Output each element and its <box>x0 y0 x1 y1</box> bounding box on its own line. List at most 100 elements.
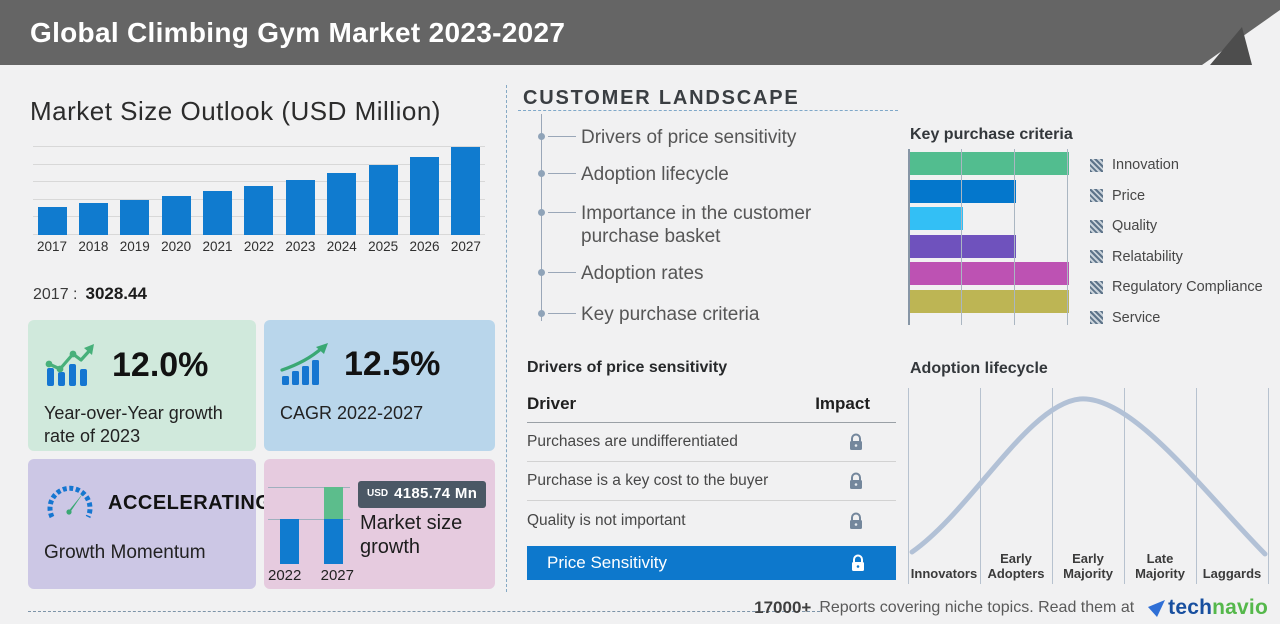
year-label: 2018 <box>78 239 109 254</box>
criteria-bar-price <box>910 179 1016 203</box>
driver-label: Quality is not important <box>527 511 686 529</box>
legend-swatch-icon <box>1090 250 1103 264</box>
bar-2017 <box>37 207 67 235</box>
criteria-bar-quality <box>910 207 963 230</box>
col-driver: Driver <box>527 394 577 413</box>
list-item: Importance in the customer purchase bask… <box>581 203 812 248</box>
list-connector <box>548 136 576 137</box>
bar-column <box>281 180 319 235</box>
list-bullet <box>538 310 545 317</box>
drivers-table-header: Driver Impact <box>527 394 896 423</box>
report-count: 17000+ <box>754 598 812 617</box>
gridline <box>1014 149 1015 325</box>
bar-2027 <box>451 147 481 235</box>
technavio-triangle-icon <box>1148 600 1166 617</box>
legend-swatch-icon <box>1090 158 1103 172</box>
bar-column <box>240 186 278 235</box>
mini-bar-2027-growth <box>324 487 343 519</box>
badge-value: 4185.74 Mn <box>394 485 478 502</box>
legend-label: Price <box>1112 187 1146 204</box>
page-title: Global Climbing Gym Market 2023-2027 <box>30 17 566 48</box>
driver-label: Purchase is a key cost to the buyer <box>527 472 769 489</box>
year-label: 2017 <box>36 239 68 254</box>
highlight-value-line: 2017 : 3028.44 <box>33 284 147 304</box>
legend-label: Regulatory Compliance <box>1112 279 1263 296</box>
col-impact: Impact <box>815 394 870 413</box>
cagr-value: 12.5% <box>344 344 441 383</box>
driver-row: Quality is not important <box>527 501 896 540</box>
criteria-bar-service <box>910 289 1069 313</box>
lock-icon <box>850 433 862 450</box>
chart-bars <box>33 146 485 235</box>
yoy-growth-card: 12.0% Year-over-Year growth rate of 2023 <box>28 320 256 451</box>
criteria-bar-regulatory-compliance <box>910 262 1069 285</box>
bell-curve <box>909 396 1268 557</box>
lock-icon <box>850 512 862 529</box>
highlight-year: 2017 : <box>33 286 78 303</box>
adoption-lifecycle-title: Adoption lifecycle <box>910 360 1048 377</box>
mini-chart-years: 2022 2027 <box>268 567 354 584</box>
year-label: 2024 <box>326 239 357 254</box>
customer-landscape-title: CUSTOMER LANDSCAPE <box>523 87 800 109</box>
legend-item: Price <box>1090 181 1263 212</box>
gridline <box>961 149 962 325</box>
legend-label: Quality <box>1112 218 1158 235</box>
bar-column <box>74 203 112 235</box>
year-label: 2020 <box>161 239 192 254</box>
list-bullet <box>538 269 545 276</box>
bar-column <box>157 196 195 235</box>
adoption-lifecycle-labels: Innovators Early Adopters Early Majority La… <box>908 551 1268 584</box>
bar-column <box>364 165 402 235</box>
legend-item: Regulatory Compliance <box>1090 272 1263 303</box>
list-bullet <box>538 133 545 140</box>
list-bullet <box>538 209 545 216</box>
legend-swatch-icon <box>1090 219 1103 233</box>
lifecycle-stage-label: Innovators <box>910 566 978 582</box>
highlight-value: 3028.44 <box>85 284 147 303</box>
kpc-legend: Innovation Price Quality Relatability Regula… <box>1090 150 1263 333</box>
momentum-title: ACCELERATING <box>108 491 272 514</box>
growth-caption: Market size growth <box>360 512 463 558</box>
bar-column <box>199 191 237 235</box>
bar-2021 <box>203 191 233 235</box>
lifecycle-stage-label: Late Majority <box>1135 551 1185 582</box>
bar-2020 <box>161 196 191 235</box>
mini-bar-2027-base <box>324 519 343 564</box>
list-connector-line <box>541 114 542 321</box>
list-connector <box>548 313 576 314</box>
drivers-table-title: Drivers of price sensitivity <box>527 359 728 376</box>
market-size-title: Market Size Outlook (USD Million) <box>30 96 441 126</box>
bar-growth-icon <box>45 344 94 386</box>
legend-swatch-icon <box>1090 311 1103 325</box>
yoy-growth-value: 12.0% <box>112 345 209 384</box>
list-bullet <box>538 170 545 177</box>
driver-label: Purchases are undifferentiated <box>527 433 738 450</box>
technavio-logo[interactable]: technavio <box>1148 596 1268 620</box>
driver-row: Purchases are undifferentiated <box>527 423 896 462</box>
bar-column <box>116 200 154 235</box>
bar-column <box>33 207 71 235</box>
brand-tech: tech <box>1168 596 1213 619</box>
header-bar: Global Climbing Gym Market 2023-2027 <box>0 0 1280 65</box>
legend-label: Service <box>1112 309 1161 326</box>
list-item: Drivers of price sensitivity <box>581 127 797 148</box>
price-sensitivity-label: Price Sensitivity <box>547 553 667 572</box>
legend-label: Relatability <box>1112 248 1183 265</box>
lifecycle-stage-label: Early Adopters <box>987 551 1045 582</box>
customer-landscape-list: Drivers of price sensitivity Adoption lif… <box>523 112 898 327</box>
legend-swatch-icon <box>1090 280 1103 294</box>
gridline <box>1067 149 1068 325</box>
year-label: 2023 <box>285 239 316 254</box>
drivers-table-body: Purchases are undifferentiated Purchase i… <box>527 423 896 540</box>
yoy-growth-caption: Year-over-Year growth rate of 2023 <box>44 403 223 446</box>
driver-row: Purchase is a key cost to the buyer <box>527 462 896 501</box>
market-size-chart <box>33 146 485 235</box>
growth-momentum-card: ACCELERATING Growth Momentum <box>28 459 271 589</box>
chart-year-labels: 2017 2018 2019 2020 2021 2022 2023 2024 2025 2026… <box>33 239 485 254</box>
legend-item: Relatability <box>1090 242 1263 273</box>
price-sensitivity-row: Price Sensitivity <box>527 546 896 580</box>
list-item: Key purchase criteria <box>581 304 760 325</box>
momentum-caption: Growth Momentum <box>44 542 206 563</box>
growth-mini-chart: 2022 2027 <box>268 471 354 584</box>
year-label: 2027 <box>450 239 481 254</box>
